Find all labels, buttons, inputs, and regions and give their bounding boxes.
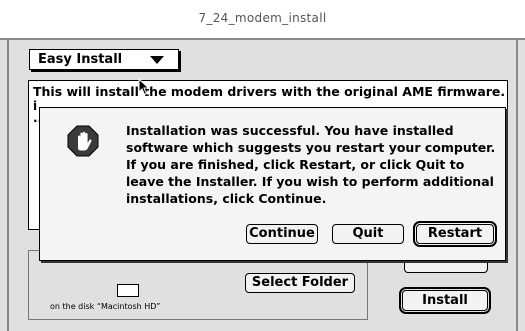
mouse-cursor-icon bbox=[138, 78, 150, 96]
select-folder-button[interactable]: Select Folder bbox=[245, 273, 355, 293]
dialog-quit-button[interactable]: Quit bbox=[332, 224, 404, 244]
stop-hand-icon bbox=[67, 125, 99, 157]
popup-arrow-icon bbox=[150, 56, 164, 64]
disk-icon bbox=[117, 284, 139, 297]
continue-button[interactable]: Continue bbox=[246, 224, 318, 244]
install-type-popup[interactable]: Easy Install bbox=[29, 49, 179, 70]
install-button[interactable]: Install bbox=[399, 287, 491, 314]
alert-dialog: Installation was successful. You have in… bbox=[39, 107, 506, 261]
description-text: This will install the modem drivers with… bbox=[33, 84, 508, 99]
restart-button[interactable]: Restart bbox=[413, 221, 497, 247]
disk-location-text: on the disk “Macintosh HD” bbox=[50, 302, 161, 311]
install-type-label: Easy Install bbox=[38, 52, 123, 67]
title-bar[interactable]: 7_24_modem_install bbox=[0, 0, 525, 40]
alert-message: Installation was successful. You have in… bbox=[126, 123, 496, 206]
window-left-edge bbox=[7, 38, 9, 331]
window-right-edge bbox=[516, 38, 518, 331]
window-title: 7_24_modem_install bbox=[198, 11, 327, 25]
installer-window: 7_24_modem_install Easy Install This wil… bbox=[0, 0, 525, 331]
